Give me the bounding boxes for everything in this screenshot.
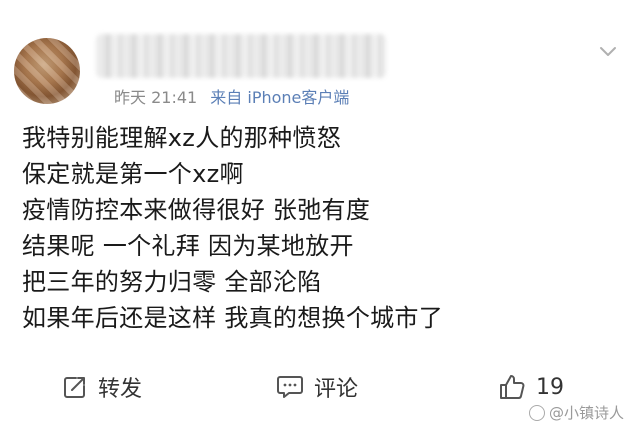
repost-icon bbox=[64, 377, 85, 398]
post-source[interactable]: 来自 iPhone客户端 bbox=[210, 88, 349, 107]
comment-button[interactable]: 评论 bbox=[276, 372, 358, 402]
repost-label: 转发 bbox=[98, 377, 143, 402]
watermark-icon bbox=[528, 404, 545, 421]
weibo-post-card: 昨天 21:41 来自 iPhone客户端 我特别能理解xz人的那种愤怒 保定就… bbox=[0, 0, 640, 431]
comment-icon bbox=[277, 376, 303, 398]
watermark-text: @小镇诗人 bbox=[548, 404, 624, 422]
watermark: @小镇诗人 bbox=[528, 402, 624, 423]
post-body: 我特别能理解xz人的那种愤怒 保定就是第一个xz啊 疫情防控本来做得很好 张弛有… bbox=[22, 120, 622, 336]
like-button[interactable]: 19 bbox=[498, 372, 564, 402]
post-line: 结果呢 一个礼拜 因为某地放开 bbox=[22, 232, 354, 260]
avatar[interactable] bbox=[14, 38, 80, 104]
thumbs-up-icon bbox=[500, 375, 525, 399]
post-meta: 昨天 21:41 来自 iPhone客户端 bbox=[114, 84, 349, 107]
post-line: 疫情防控本来做得很好 张弛有度 bbox=[22, 196, 371, 224]
post-line: 我特别能理解xz人的那种愤怒 bbox=[22, 124, 341, 152]
post-line: 如果年后还是这样 我真的想换个城市了 bbox=[22, 304, 444, 332]
repost-button[interactable]: 转发 bbox=[62, 372, 142, 402]
post-line: 把三年的努力归零 全部沦陷 bbox=[22, 268, 322, 296]
blurred-username[interactable] bbox=[96, 34, 386, 78]
post-time: 昨天 21:41 bbox=[114, 88, 198, 107]
like-count: 19 bbox=[536, 374, 564, 400]
comment-label: 评论 bbox=[314, 377, 359, 402]
post-line: 保定就是第一个xz啊 bbox=[22, 160, 244, 188]
chevron-down-icon[interactable] bbox=[598, 42, 618, 62]
